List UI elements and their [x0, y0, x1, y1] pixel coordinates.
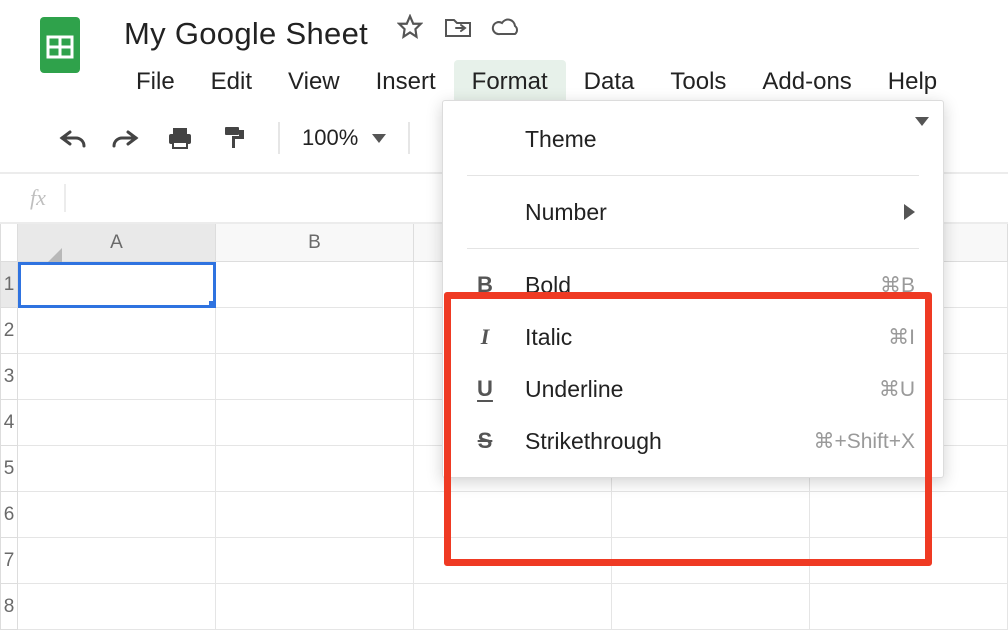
- fx-label: fx: [12, 185, 64, 211]
- cell[interactable]: [216, 262, 414, 308]
- menu-item-theme[interactable]: Theme: [443, 113, 943, 165]
- shortcut-label: ⌘I: [888, 325, 915, 350]
- cell[interactable]: [810, 584, 1008, 630]
- submenu-arrow-icon: [904, 204, 915, 220]
- format-menu-dropdown: Theme Number B Bold ⌘B I Italic ⌘I U Und…: [442, 100, 944, 478]
- cell[interactable]: [216, 584, 414, 630]
- menu-item-underline[interactable]: U Underline ⌘U: [443, 363, 943, 415]
- column-header[interactable]: B: [216, 224, 414, 262]
- shortcut-label: ⌘U: [879, 377, 915, 402]
- menu-add-ons[interactable]: Add-ons: [744, 60, 869, 104]
- menu-file[interactable]: File: [118, 60, 193, 104]
- cell[interactable]: [612, 584, 810, 630]
- bold-icon: B: [465, 272, 505, 298]
- menu-data[interactable]: Data: [566, 60, 653, 104]
- zoom-select[interactable]: 100%: [302, 125, 386, 151]
- cell[interactable]: [216, 492, 414, 538]
- row-header[interactable]: 7: [0, 538, 18, 584]
- cell[interactable]: [414, 538, 612, 584]
- cell[interactable]: [18, 262, 216, 308]
- menu-item-label: Underline: [525, 376, 879, 403]
- menu-item-strikethrough[interactable]: S Strikethrough ⌘+Shift+X: [443, 415, 943, 467]
- row-header[interactable]: 4: [0, 400, 18, 446]
- cell[interactable]: [18, 446, 216, 492]
- cell[interactable]: [810, 538, 1008, 584]
- caret-down-icon: [372, 134, 386, 143]
- cell[interactable]: [18, 584, 216, 630]
- cell[interactable]: [612, 492, 810, 538]
- cell[interactable]: [18, 492, 216, 538]
- row-header[interactable]: 3: [0, 354, 18, 400]
- menu-tools[interactable]: Tools: [652, 60, 744, 104]
- menu-edit[interactable]: Edit: [193, 60, 270, 104]
- menu-view[interactable]: View: [270, 60, 358, 104]
- row-header[interactable]: 6: [0, 492, 18, 538]
- paint-format-button[interactable]: [212, 116, 256, 160]
- cell[interactable]: [414, 584, 612, 630]
- cell[interactable]: [18, 354, 216, 400]
- strikethrough-icon: S: [465, 428, 505, 454]
- cell[interactable]: [18, 400, 216, 446]
- cell[interactable]: [414, 492, 612, 538]
- menu-insert[interactable]: Insert: [358, 60, 454, 104]
- menu-item-label: Number: [525, 199, 904, 226]
- menubar: FileEditViewInsertFormatDataToolsAdd-ons…: [118, 60, 955, 104]
- cell[interactable]: [612, 538, 810, 584]
- cell[interactable]: [18, 308, 216, 354]
- menu-item-italic[interactable]: I Italic ⌘I: [443, 311, 943, 363]
- menu-item-bold[interactable]: B Bold ⌘B: [443, 259, 943, 311]
- select-all-corner[interactable]: [0, 224, 18, 262]
- cell[interactable]: [216, 400, 414, 446]
- menu-help[interactable]: Help: [870, 60, 955, 104]
- menu-format[interactable]: Format: [454, 60, 566, 104]
- menu-item-label: Bold: [525, 272, 880, 299]
- menu-item-label: Theme: [525, 126, 915, 153]
- menu-item-label: Strikethrough: [525, 428, 813, 455]
- cloud-status-icon[interactable]: [491, 12, 521, 42]
- cell[interactable]: [216, 538, 414, 584]
- redo-button[interactable]: [104, 116, 148, 160]
- italic-icon: I: [465, 324, 505, 350]
- document-title[interactable]: My Google Sheet: [124, 10, 368, 52]
- row-header[interactable]: 1: [0, 262, 18, 308]
- shortcut-label: ⌘+Shift+X: [813, 429, 915, 454]
- cell[interactable]: [810, 492, 1008, 538]
- underline-icon: U: [465, 376, 505, 402]
- undo-button[interactable]: [50, 116, 94, 160]
- star-icon[interactable]: [395, 12, 425, 42]
- row-header[interactable]: 5: [0, 446, 18, 492]
- menu-item-number[interactable]: Number: [443, 186, 943, 238]
- cell[interactable]: [216, 354, 414, 400]
- row-header[interactable]: 8: [0, 584, 18, 630]
- cell[interactable]: [18, 538, 216, 584]
- sheets-logo[interactable]: [34, 10, 86, 80]
- cell[interactable]: [216, 446, 414, 492]
- move-icon[interactable]: [443, 12, 473, 42]
- print-button[interactable]: [158, 116, 202, 160]
- zoom-value: 100%: [302, 125, 358, 151]
- menu-item-label: Italic: [525, 324, 888, 351]
- shortcut-label: ⌘B: [880, 273, 915, 298]
- row-header[interactable]: 2: [0, 308, 18, 354]
- cell[interactable]: [216, 308, 414, 354]
